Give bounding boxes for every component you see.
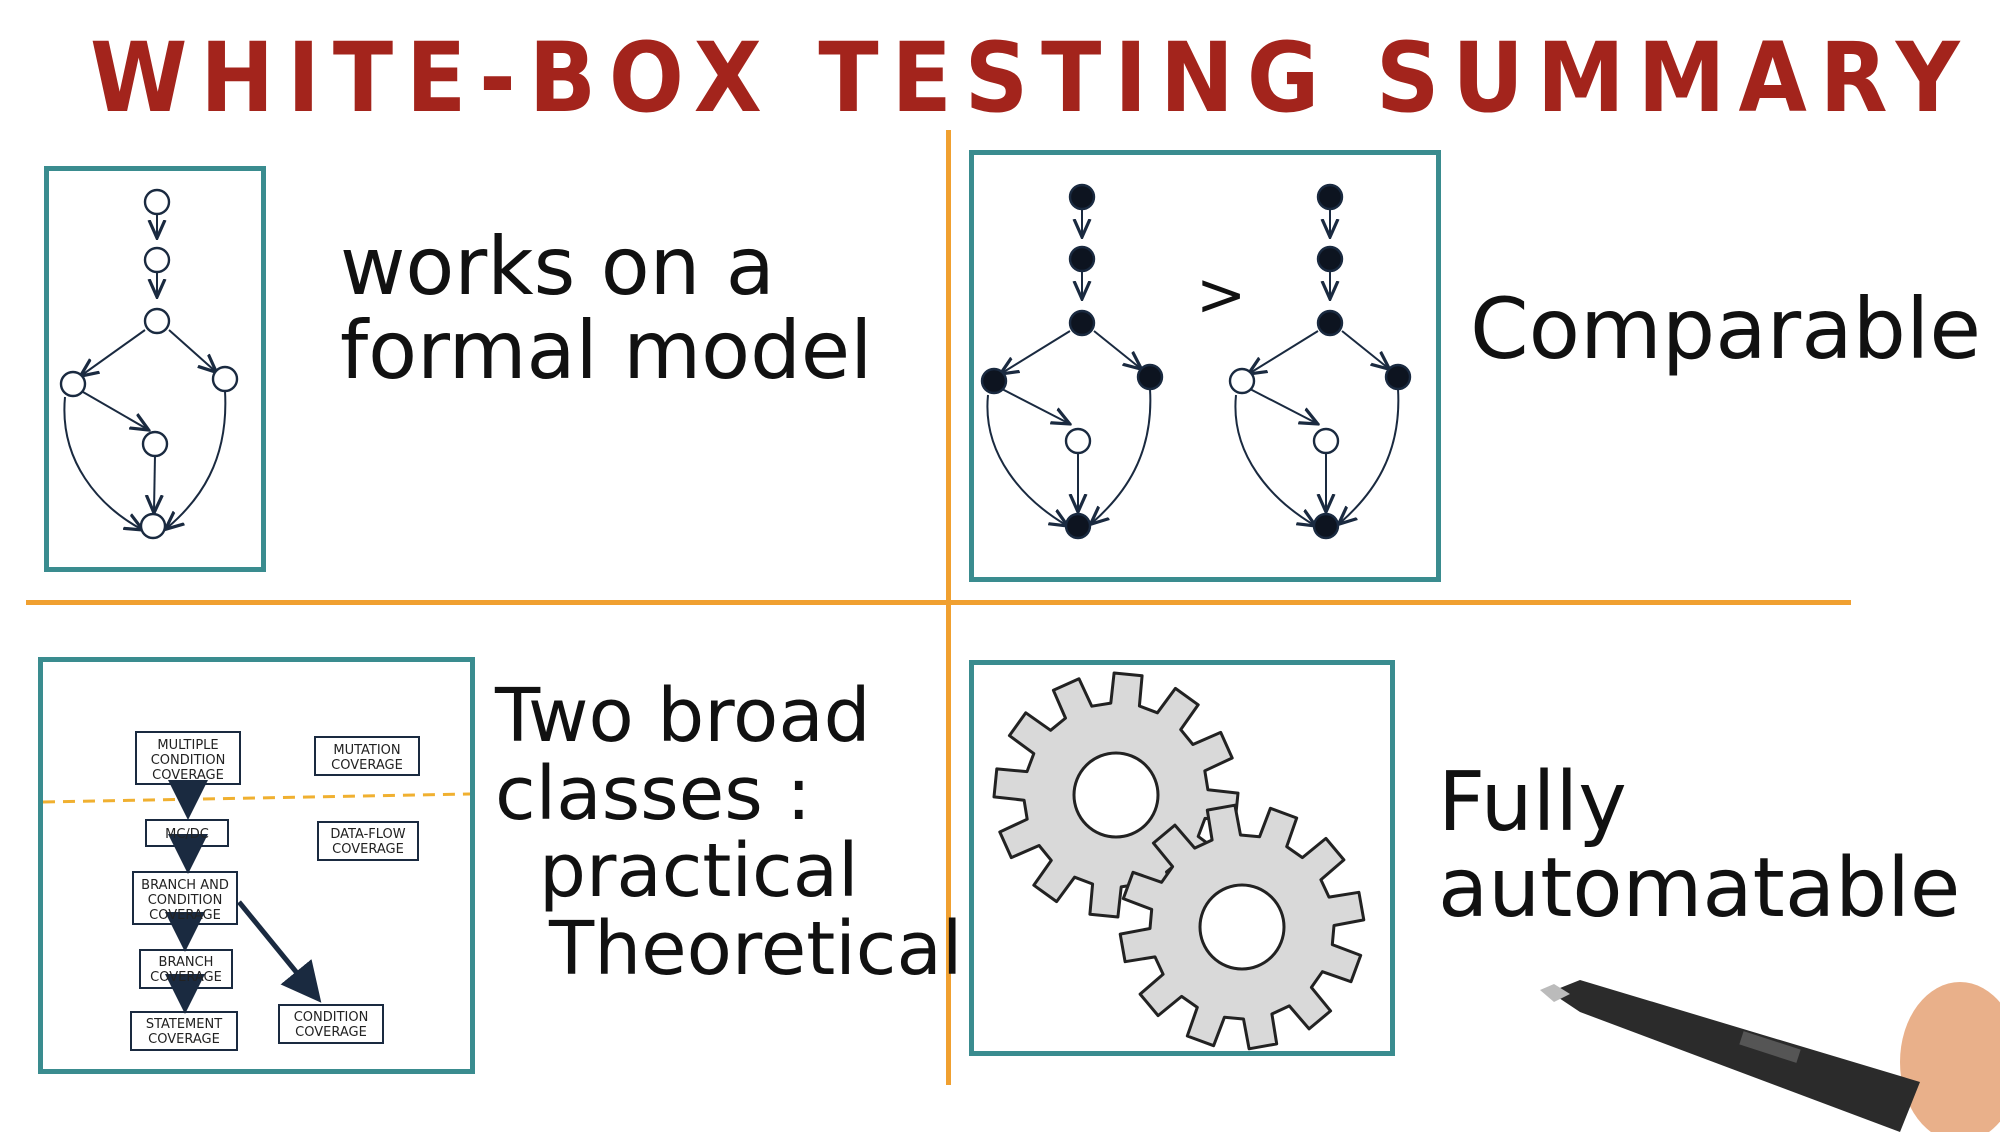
- graph-comparison: >: [980, 183, 1412, 540]
- hierarchy-label: COVERAGE: [148, 1032, 220, 1047]
- hierarchy-label: STATEMENT: [146, 1017, 222, 1032]
- hierarchy-label: MC/DC: [165, 827, 209, 842]
- text-line: automatable: [1438, 841, 1961, 937]
- hierarchy-label: MUTATION: [333, 743, 400, 758]
- horizontal-divider: [26, 600, 1851, 605]
- text-fully-automatable: Fully automatable: [1438, 755, 1961, 937]
- hierarchy-label: BRANCH AND: [141, 878, 229, 893]
- text-line: Fully: [1438, 755, 1627, 850]
- hierarchy-label: COVERAGE: [152, 768, 224, 783]
- coverage-hierarchy-diagram: MULTIPLE CONDITION COVERAGE MUTATION COV…: [43, 731, 470, 1051]
- hierarchy-label: BRANCH: [159, 955, 214, 970]
- gear-bottom-right: [1118, 803, 1366, 1051]
- gears-icon: [992, 671, 1366, 1051]
- text-line: classes :: [495, 750, 812, 837]
- panel-flow-graph: [44, 166, 266, 572]
- text-line: Theoretical: [549, 906, 963, 993]
- pen-icon: [1540, 980, 2000, 1132]
- graph-left: [980, 183, 1164, 540]
- text-line: works on a: [340, 220, 775, 313]
- text-line: practical: [539, 828, 859, 915]
- text-two-broad-classes: Two broad classes : practical Theoretica…: [495, 673, 963, 993]
- control-flow-graph: [59, 188, 239, 540]
- text-line: formal model: [340, 304, 873, 397]
- hierarchy-label: CONDITION: [294, 1010, 369, 1025]
- hierarchy-label: COVERAGE: [332, 842, 404, 857]
- panel-comparison: >: [969, 150, 1441, 582]
- hierarchy-label: COVERAGE: [295, 1025, 367, 1040]
- text-formal-model: works on a formal model: [340, 225, 872, 393]
- hierarchy-label: COVERAGE: [150, 970, 222, 985]
- page-title: WHITE-BOX TESTING SUMMARY: [90, 22, 1973, 134]
- hierarchy-label: CONDITION: [148, 893, 223, 908]
- hierarchy-label: COVERAGE: [149, 908, 221, 923]
- panel-gears: [969, 660, 1395, 1056]
- hierarchy-label: COVERAGE: [331, 758, 403, 773]
- panel-coverage-hierarchy: MULTIPLE CONDITION COVERAGE MUTATION COV…: [38, 657, 475, 1074]
- hierarchy-label: DATA-FLOW: [330, 827, 405, 842]
- graph-right: [1228, 183, 1412, 540]
- text-line: Two broad: [495, 673, 871, 759]
- text-line: Comparable: [1470, 280, 1982, 378]
- dashed-separator: [43, 792, 470, 804]
- hierarchy-label: CONDITION: [151, 753, 226, 768]
- greater-than-symbol: >: [1196, 260, 1246, 330]
- hierarchy-label: MULTIPLE: [157, 738, 218, 753]
- text-comparable: Comparable: [1470, 285, 1981, 373]
